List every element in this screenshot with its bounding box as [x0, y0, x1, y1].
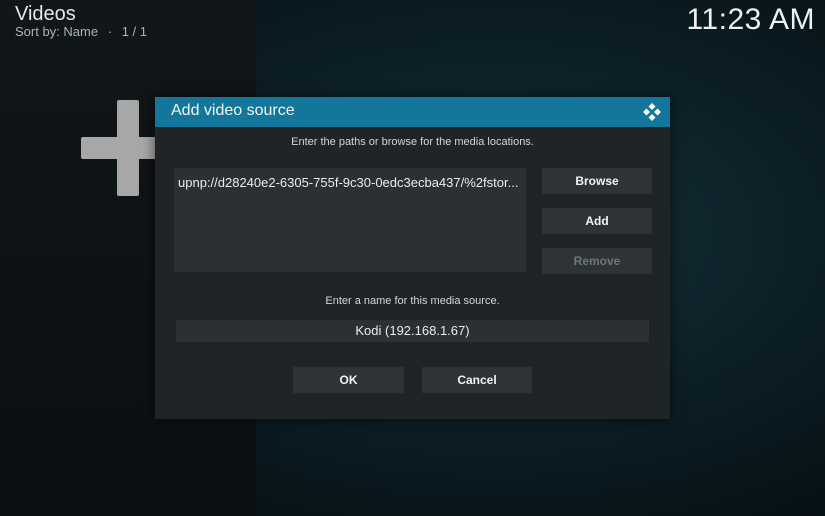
browse-button[interactable]: Browse	[542, 168, 652, 194]
paths-list[interactable]: upnp://d28240e2-6305-755f-9c30-0edc3ecba…	[174, 168, 526, 272]
source-name-input[interactable]: Kodi (192.168.1.67)	[176, 320, 649, 342]
clock: 11:23 AM	[686, 3, 815, 36]
ok-button[interactable]: OK	[293, 367, 404, 393]
name-instruction: Enter a name for this media source.	[325, 295, 500, 307]
paths-instruction: Enter the paths or browse for the media …	[291, 136, 534, 148]
remove-button[interactable]: Remove	[542, 248, 652, 274]
path-list-item[interactable]: upnp://d28240e2-6305-755f-9c30-0edc3ecba…	[178, 175, 518, 190]
kodi-logo-icon[interactable]	[642, 102, 662, 122]
cancel-button[interactable]: Cancel	[422, 367, 532, 393]
add-video-source-dialog: Add video source Enter the paths or brow…	[155, 97, 670, 419]
sort-label[interactable]: Sort by: Name	[15, 24, 98, 39]
sort-info: Sort by: Name · 1 / 1	[15, 24, 147, 39]
dialog-header: Add video source	[155, 97, 670, 127]
sort-separator: ·	[107, 24, 113, 39]
add-button[interactable]: Add	[542, 208, 652, 234]
dialog-title: Add video source	[171, 102, 295, 119]
page-count: 1 / 1	[121, 24, 147, 39]
page-title: Videos	[15, 3, 76, 25]
kodi-screen: Videos Sort by: Name · 1 / 1 11:23 AM Ad…	[0, 0, 825, 516]
